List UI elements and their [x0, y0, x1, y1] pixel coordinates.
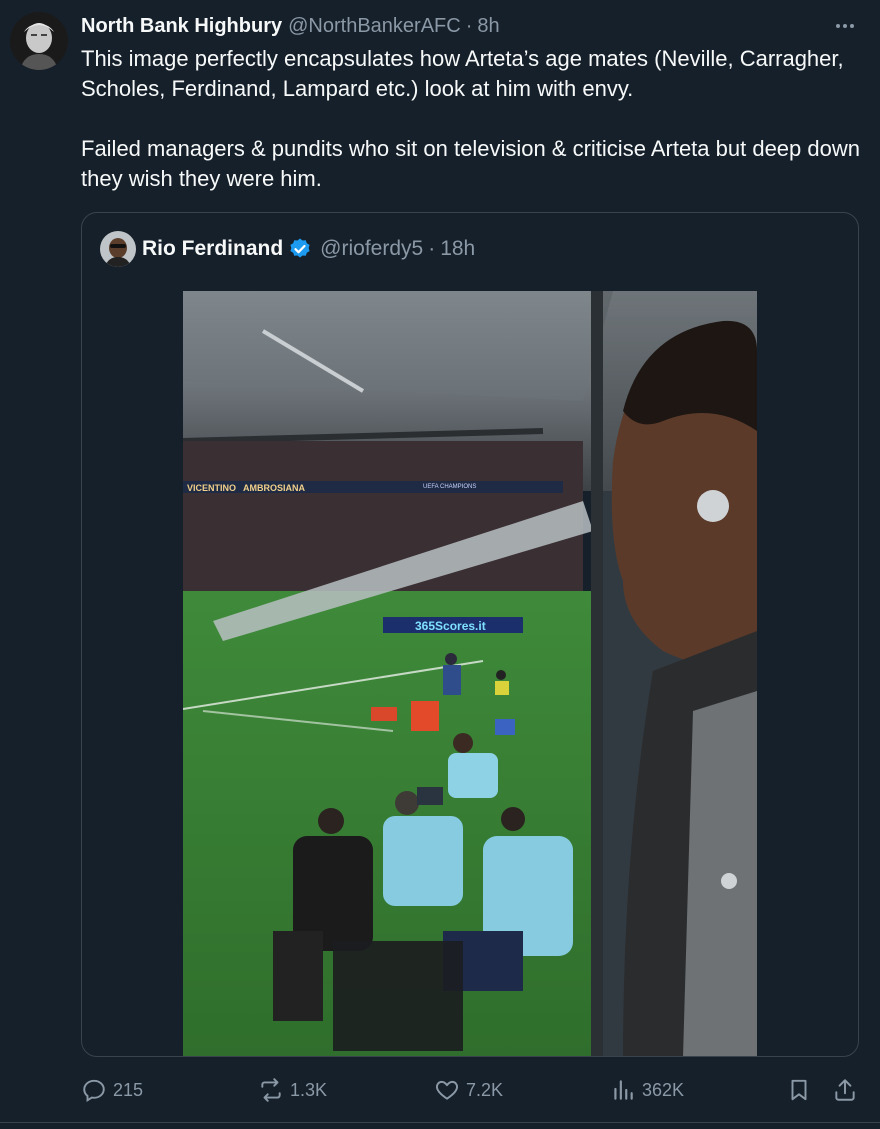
heart-icon [436, 1080, 458, 1100]
quoted-author-handle[interactable]: @rioferdy5 [320, 237, 423, 261]
author-avatar[interactable] [10, 12, 68, 70]
quoted-tweet-photo[interactable]: VICENTINO AMBROSIANA UEFA CHAMPIONS 365S… [183, 291, 757, 1056]
views-chart-icon [614, 1080, 633, 1100]
reply-count: 215 [113, 1079, 144, 1100]
quoted-author-name[interactable]: Rio Ferdinand [142, 237, 283, 261]
bookmark-button[interactable] [786, 1070, 818, 1110]
tweet-action-bar: 215 1.3K 7.2K 362K [0, 1070, 880, 1110]
more-dot-icon [836, 24, 840, 28]
tweet-header: North Bank Highbury @NorthBankerAFC · 8h [81, 12, 500, 40]
tweet-text: This image perfectly encapsulates how Ar… [81, 44, 861, 194]
quoted-tweet-card[interactable]: Rio Ferdinand @rioferdy5 · 18h VICENTINO… [81, 212, 859, 1057]
bookmark-icon [791, 1079, 807, 1101]
verified-badge-icon [290, 238, 310, 258]
quoted-avatar-image [100, 231, 136, 267]
board-vicentino: VICENTINO [187, 483, 236, 493]
author-handle[interactable]: @NorthBankerAFC [288, 15, 461, 38]
repost-button[interactable]: 1.3K [258, 1070, 327, 1110]
divider [0, 1122, 880, 1123]
board-ambrosiana: AMBROSIANA [243, 483, 305, 493]
more-options-button[interactable] [832, 14, 858, 38]
more-dot-icon [843, 24, 847, 28]
views-count: 362K [642, 1079, 685, 1100]
quoted-author-avatar[interactable] [100, 231, 136, 267]
repost-icon [261, 1078, 281, 1102]
share-icon [835, 1079, 855, 1101]
more-dot-icon [850, 24, 854, 28]
repost-count: 1.3K [290, 1079, 328, 1100]
author-name[interactable]: North Bank Highbury [81, 15, 282, 38]
tweet-timestamp[interactable]: 8h [477, 15, 499, 38]
share-button[interactable] [832, 1070, 864, 1110]
author-avatar-image [10, 12, 68, 70]
separator: · [465, 14, 473, 37]
tweet-paragraph: This image perfectly encapsulates how Ar… [81, 46, 844, 101]
reply-button[interactable]: 215 [81, 1070, 143, 1110]
reply-icon [83, 1079, 105, 1103]
like-count: 7.2K [466, 1079, 504, 1100]
quoted-tweet-header: Rio Ferdinand @rioferdy5 · 18h [142, 235, 475, 263]
separator: · [428, 237, 436, 260]
board-ucl: UEFA CHAMPIONS [423, 484, 476, 490]
tweet-paragraph: Failed managers & pundits who sit on tel… [81, 136, 860, 191]
like-button[interactable]: 7.2K [434, 1070, 503, 1110]
stadium-photo-illustration: VICENTINO AMBROSIANA UEFA CHAMPIONS 365S… [183, 291, 757, 1056]
views-button[interactable]: 362K [610, 1070, 684, 1110]
quoted-tweet-timestamp[interactable]: 18h [440, 237, 475, 261]
board-365scores: 365Scores.it [415, 619, 486, 633]
